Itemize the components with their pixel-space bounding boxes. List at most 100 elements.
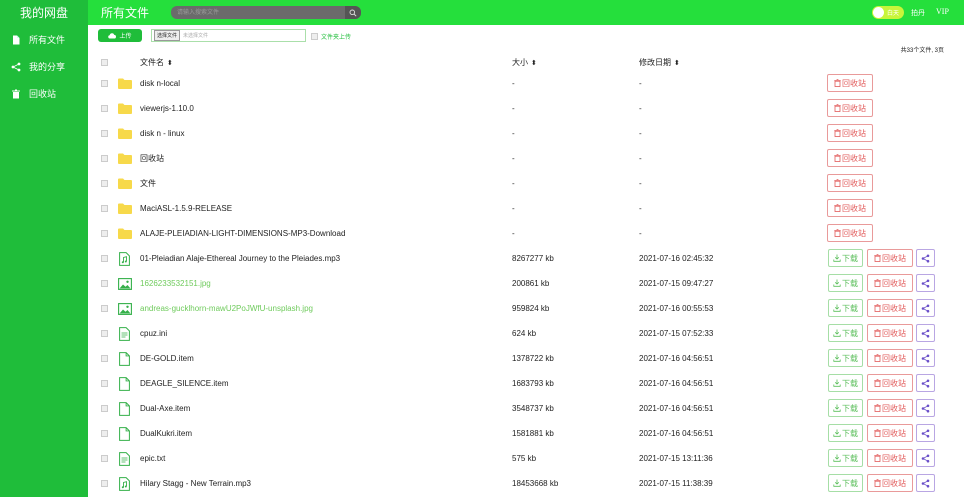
row-checkbox[interactable] xyxy=(101,255,108,262)
share-button[interactable] xyxy=(916,299,935,317)
column-name[interactable]: 文件名 ⬍ xyxy=(140,57,173,68)
download-button[interactable]: 下载 xyxy=(828,449,863,467)
share-button[interactable] xyxy=(916,274,935,292)
file-name[interactable]: 1626233532151.jpg xyxy=(140,279,211,288)
download-button[interactable]: 下载 xyxy=(828,424,863,442)
file-name[interactable]: epic.txt xyxy=(140,454,165,463)
row-checkbox[interactable] xyxy=(101,180,108,187)
sidebar-item-recycle-bin[interactable]: 回收站 xyxy=(0,80,88,107)
file-name[interactable]: Dual-Axe.item xyxy=(140,404,190,413)
row-checkbox[interactable] xyxy=(101,380,108,387)
header-link-user[interactable]: 拍丹 xyxy=(911,8,925,18)
recycle-button[interactable]: 回收站 xyxy=(867,474,913,492)
download-button[interactable]: 下载 xyxy=(828,374,863,392)
file-name[interactable]: DEAGLE_SILENCE.item xyxy=(140,379,228,388)
file-name[interactable]: andreas-gucklhorn-mawU2PoJWfU-unsplash.j… xyxy=(140,304,313,313)
row-checkbox[interactable] xyxy=(101,455,108,462)
row-checkbox[interactable] xyxy=(101,105,108,112)
download-button[interactable]: 下载 xyxy=(828,474,863,492)
file-name[interactable]: cpuz.ini xyxy=(140,329,167,338)
sidebar-item-my-shares[interactable]: 我的分享 xyxy=(0,53,88,80)
recycle-button[interactable]: 回收站 xyxy=(827,99,873,117)
row-checkbox[interactable] xyxy=(101,480,108,487)
recycle-button[interactable]: 回收站 xyxy=(867,274,913,292)
row-checkbox[interactable] xyxy=(101,355,108,362)
sidebar-item-all-files[interactable]: 所有文件 xyxy=(0,26,88,53)
header-link-vip[interactable]: VIP xyxy=(936,7,949,16)
file-name[interactable]: ALAJE-PLEIADIAN-LIGHT-DIMENSIONS-MP3-Dow… xyxy=(140,229,345,238)
folder-upload-option[interactable]: 文件夹上传 xyxy=(311,32,351,41)
table-row[interactable]: 1626233532151.jpg 200861 kb 2021-07-15 09:… xyxy=(88,271,964,296)
table-row[interactable]: DEAGLE_SILENCE.item 1683793 kb 2021-07-16 … xyxy=(88,371,964,396)
download-button[interactable]: 下载 xyxy=(828,349,863,367)
share-button[interactable] xyxy=(916,374,935,392)
row-checkbox[interactable] xyxy=(101,305,108,312)
recycle-button[interactable]: 回收站 xyxy=(867,449,913,467)
theme-toggle[interactable]: 白天 xyxy=(872,6,904,19)
column-date[interactable]: 修改日期 ⬍ xyxy=(639,57,680,68)
share-button[interactable] xyxy=(916,349,935,367)
row-checkbox[interactable] xyxy=(101,280,108,287)
row-checkbox[interactable] xyxy=(101,155,108,162)
row-checkbox[interactable] xyxy=(101,230,108,237)
recycle-button[interactable]: 回收站 xyxy=(867,249,913,267)
file-name[interactable]: DualKukri.item xyxy=(140,429,192,438)
row-checkbox[interactable] xyxy=(101,330,108,337)
upload-button[interactable]: 上传 xyxy=(98,29,142,42)
choose-file-button[interactable]: 选择文件 xyxy=(154,30,181,41)
file-name[interactable]: Hilary Stagg - New Terrain.mp3 xyxy=(140,479,251,488)
row-checkbox[interactable] xyxy=(101,205,108,212)
search-input[interactable] xyxy=(171,6,345,19)
file-name[interactable]: DE-GOLD.item xyxy=(140,354,194,363)
table-row[interactable]: 回收站 - - 回收站 xyxy=(88,146,964,171)
download-button[interactable]: 下载 xyxy=(828,249,863,267)
recycle-button[interactable]: 回收站 xyxy=(827,124,873,142)
share-button[interactable] xyxy=(916,474,935,492)
search-button[interactable] xyxy=(345,6,361,19)
share-button[interactable] xyxy=(916,449,935,467)
file-name[interactable]: disk n-local xyxy=(140,79,180,88)
recycle-button[interactable]: 回收站 xyxy=(867,399,913,417)
file-name[interactable]: 回收站 xyxy=(140,153,164,164)
download-button[interactable]: 下载 xyxy=(828,324,863,342)
recycle-button[interactable]: 回收站 xyxy=(827,224,873,242)
file-name[interactable]: disk n - linux xyxy=(140,129,184,138)
download-button[interactable]: 下载 xyxy=(828,399,863,417)
share-button[interactable] xyxy=(916,399,935,417)
share-button[interactable] xyxy=(916,249,935,267)
table-row[interactable]: 01-Pleiadian Alaje-Ethereal Journey to t… xyxy=(88,246,964,271)
download-button[interactable]: 下载 xyxy=(828,274,863,292)
recycle-button[interactable]: 回收站 xyxy=(827,149,873,167)
table-row[interactable]: andreas-gucklhorn-mawU2PoJWfU-unsplash.j… xyxy=(88,296,964,321)
row-checkbox[interactable] xyxy=(101,130,108,137)
row-checkbox[interactable] xyxy=(101,430,108,437)
share-button[interactable] xyxy=(916,424,935,442)
table-row[interactable]: Dual-Axe.item 3548737 kb 2021-07-16 04:56:… xyxy=(88,396,964,421)
file-input[interactable]: 选择文件 未选择文件 xyxy=(151,29,306,42)
recycle-button[interactable]: 回收站 xyxy=(867,374,913,392)
table-row[interactable]: DualKukri.item 1581881 kb 2021-07-16 04:56… xyxy=(88,421,964,446)
folder-upload-checkbox[interactable] xyxy=(311,33,318,40)
share-button[interactable] xyxy=(916,324,935,342)
file-name[interactable]: MaciASL-1.5.9-RELEASE xyxy=(140,204,232,213)
recycle-button[interactable]: 回收站 xyxy=(867,424,913,442)
column-size[interactable]: 大小 ⬍ xyxy=(512,57,537,68)
download-button[interactable]: 下载 xyxy=(828,299,863,317)
row-checkbox[interactable] xyxy=(101,80,108,87)
recycle-button[interactable]: 回收站 xyxy=(827,74,873,92)
recycle-button[interactable]: 回收站 xyxy=(867,349,913,367)
table-row[interactable]: viewerjs-1.10.0 - - 回收站 xyxy=(88,96,964,121)
file-name[interactable]: viewerjs-1.10.0 xyxy=(140,104,194,113)
table-row[interactable]: disk n-local - - 回收站 xyxy=(88,71,964,96)
recycle-button[interactable]: 回收站 xyxy=(827,174,873,192)
select-all-checkbox[interactable] xyxy=(101,58,108,66)
file-name[interactable]: 01-Pleiadian Alaje-Ethereal Journey to t… xyxy=(140,254,340,263)
table-row[interactable]: ALAJE-PLEIADIAN-LIGHT-DIMENSIONS-MP3-Dow… xyxy=(88,221,964,246)
table-row[interactable]: DE-GOLD.item 1378722 kb 2021-07-16 04:56:5… xyxy=(88,346,964,371)
row-checkbox[interactable] xyxy=(101,405,108,412)
table-row[interactable]: epic.txt 575 kb 2021-07-15 13:11:36 下载 回收站 xyxy=(88,446,964,471)
table-row[interactable]: cpuz.ini 624 kb 2021-07-15 07:52:33 下载 回收站 xyxy=(88,321,964,346)
recycle-button[interactable]: 回收站 xyxy=(827,199,873,217)
table-row[interactable]: 文件 - - 回收站 xyxy=(88,171,964,196)
table-row[interactable]: Hilary Stagg - New Terrain.mp3 18453668 k… xyxy=(88,471,964,496)
